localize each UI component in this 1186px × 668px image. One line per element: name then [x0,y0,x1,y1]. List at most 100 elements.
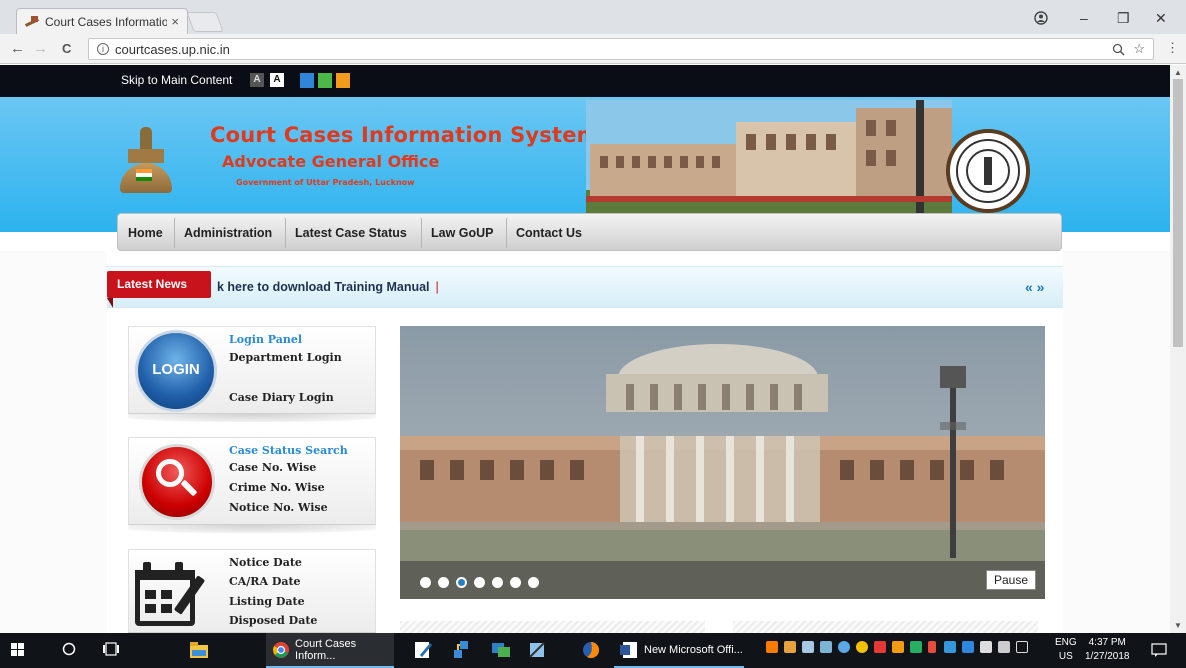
font-size-large-button[interactable]: A [270,73,284,87]
tab-title: Court Cases Information [45,14,168,29]
notepad-icon[interactable] [414,641,432,659]
remote-desktop-icon[interactable] [492,641,510,659]
tab-close-icon[interactable]: × [171,14,179,29]
case-diary-login-link[interactable]: Case Diary Login [229,391,334,404]
firefox-icon[interactable] [582,641,600,659]
address-bar[interactable]: i courtcases.up.nic.in ☆ [88,38,1154,60]
menu-kebab-icon[interactable]: ⋮ [1166,40,1179,56]
news-prev-next-icon[interactable]: « » [1025,279,1044,295]
scroll-down-icon[interactable]: ▼ [1174,621,1182,630]
department-login-link[interactable]: Department Login [229,351,342,364]
action-center-icon[interactable] [1151,643,1167,657]
ca-ra-date-link[interactable]: CA/RA Date [229,575,301,588]
site-title: Court Cases Information System [210,123,599,147]
tray-app-icon[interactable] [820,641,832,653]
browser-tab[interactable]: Court Cases Information × [16,8,188,34]
nav-divider [174,218,175,248]
profile-icon[interactable] [1034,11,1048,25]
site-gov-line: Government of Uttar Pradesh, Lucknow [236,178,415,187]
slideshow-dot[interactable] [438,577,449,588]
slideshow-dot[interactable] [474,577,485,588]
tray-app-icon[interactable] [856,641,868,653]
snipping-tool-icon[interactable] [528,641,546,659]
nav-latest-case-status[interactable]: Latest Case Status [295,226,407,240]
scroll-up-icon[interactable]: ▲ [1174,68,1182,77]
slideshow-dot[interactable] [528,577,539,588]
font-size-normal-button[interactable]: A [250,73,264,87]
notice-no-wise-link[interactable]: Notice No. Wise [229,501,328,514]
slideshow-dot[interactable] [420,577,431,588]
dates-panel: Notice Date CA/RA Date Listing Date Disp… [128,549,376,633]
windows-start-icon[interactable] [11,643,29,661]
taskbar-chrome-app[interactable]: Court Cases Inform... [266,633,394,668]
clock-time: 4:37 PM [1088,637,1126,648]
input-language-indicator[interactable]: ENG US [1055,636,1077,664]
office-document-icon [620,641,637,658]
section-heading-placeholder [400,621,705,633]
new-tab-button[interactable] [186,12,224,32]
crime-no-wise-link[interactable]: Crime No. Wise [229,481,325,494]
taskbar-office-app[interactable]: New Microsoft Offi... [614,633,744,668]
task-view-icon[interactable] [103,642,121,660]
restore-button[interactable]: ❐ [1117,10,1130,27]
page-viewport: Skip to Main Content A A Court Cases Inf… [0,65,1170,633]
clock-date: 1/27/2018 [1085,651,1130,662]
network-icon[interactable] [980,641,992,653]
disposed-date-link[interactable]: Disposed Date [229,614,317,627]
nav-home[interactable]: Home [128,226,163,240]
pause-button[interactable]: Pause [986,570,1036,590]
cortana-search-icon[interactable] [62,642,80,660]
skip-to-main-link[interactable]: Skip to Main Content [121,73,232,87]
slideshow-dot[interactable] [510,577,521,588]
reload-icon[interactable]: C [62,41,71,56]
tray-app-icon[interactable] [766,641,778,653]
nav-contact-us[interactable]: Contact Us [516,226,582,240]
slideshow-dot[interactable] [456,577,467,588]
nav-administration[interactable]: Administration [184,226,272,240]
bookmark-star-icon[interactable]: ☆ [1133,41,1145,57]
tray-app-icon[interactable] [962,641,974,653]
back-icon[interactable]: ← [10,40,25,57]
tray-app-icon[interactable] [802,641,814,653]
tray-app-icon[interactable] [784,641,796,653]
theme-orange-button[interactable] [336,73,350,88]
case-no-wise-link[interactable]: Case No. Wise [229,461,316,474]
theme-blue-button[interactable] [300,73,314,88]
forward-icon[interactable]: → [33,40,48,57]
minimize-button[interactable]: – [1080,10,1088,26]
case-status-search-title: Case Status Search [229,444,348,457]
login-icon[interactable]: LOGIN [135,330,217,412]
tray-app-icon[interactable] [838,641,850,653]
volume-icon[interactable] [1016,641,1028,653]
close-window-button[interactable]: ✕ [1155,10,1167,27]
slideshow-dot[interactable] [492,577,503,588]
listing-date-link[interactable]: Listing Date [229,595,305,608]
news-ticker-text[interactable]: k here to download Training Manual | [217,280,439,294]
search-icon[interactable] [139,444,215,520]
file-explorer-icon[interactable] [190,642,208,660]
theme-green-button[interactable] [318,73,332,88]
tray-app-icon[interactable] [944,641,956,653]
network-share-icon[interactable] [452,641,470,659]
news-item-link[interactable]: k here to download Training Manual [217,280,430,294]
zoom-icon[interactable] [1112,43,1125,56]
tray-app-icon[interactable] [874,641,886,653]
page-scrollbar[interactable]: ▲ ▼ [1170,65,1186,633]
notice-date-link[interactable]: Notice Date [229,556,302,569]
tray-app-icon[interactable] [892,641,904,653]
browser-toolbar: ← → C i courtcases.up.nic.in ☆ ⋮ [0,34,1186,64]
scrollbar-thumb[interactable] [1173,79,1183,347]
url-text[interactable]: courtcases.up.nic.in [115,42,1106,57]
nav-law-goup[interactable]: Law GoUP [431,226,494,240]
case-status-panel: Case Status Search Case No. Wise Crime N… [128,437,376,525]
tray-app-icon[interactable] [928,641,936,653]
nav-divider [285,218,286,248]
site-info-icon[interactable]: i [97,43,109,55]
site-favicon-icon [25,15,39,28]
tray-app-icon[interactable] [910,641,922,653]
news-label-fold [107,298,113,308]
panel-shadow [128,414,376,422]
keyboard-icon[interactable] [998,641,1010,653]
panel-shadow [128,525,376,533]
system-clock[interactable]: 4:37 PM 1/27/2018 [1085,636,1130,664]
